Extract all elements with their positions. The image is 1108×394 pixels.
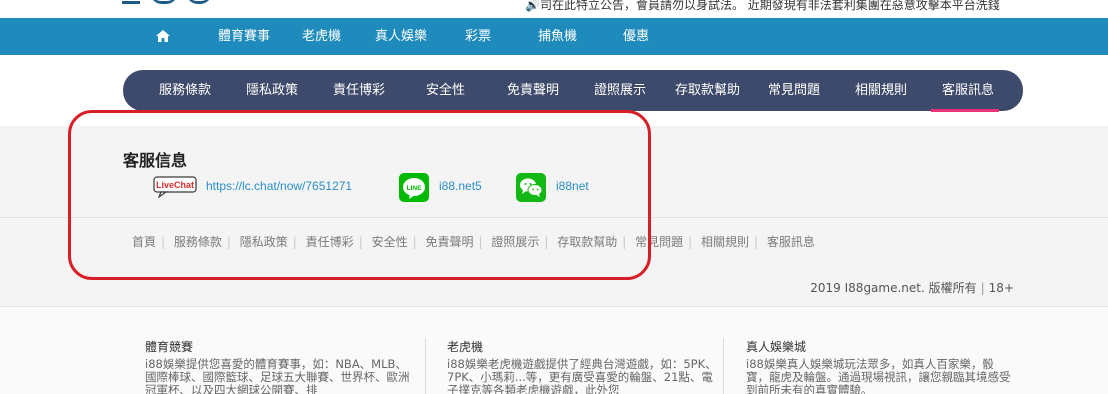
main-nav-promotions[interactable]: 優惠 — [623, 18, 649, 55]
sub-nav: 服務條款 隱私政策 責任博彩 安全性 免責聲明 證照展示 存取款幫助 常見問題 … — [123, 70, 1023, 112]
sub-nav-responsible-gaming[interactable]: 責任博彩 — [333, 70, 385, 111]
livechat-icon[interactable]: LiveChat — [153, 176, 197, 198]
footer-link-privacy[interactable]: 隱私政策 — [240, 235, 288, 249]
sub-nav-active-indicator — [931, 109, 999, 112]
column-divider — [723, 338, 724, 394]
line-icon[interactable]: LINE — [399, 173, 429, 202]
sub-nav-customer-service[interactable]: 客服訊息 — [942, 70, 994, 111]
livechat-link[interactable]: https://lc.chat/now/7651271 — [206, 179, 352, 193]
main-nav-fishing[interactable]: 捕魚機 — [538, 18, 577, 55]
column-body: i88娛樂老虎機遊戲提供了經典台灣遊戲，如：5PK、7PK、小瑪莉...等，更有… — [447, 357, 717, 394]
line-badge-text: LINE — [407, 185, 422, 192]
top-header-strip: 🔊司在此特立公告，會員請勿以身試法。 近期發現有非法套利集團在惡意攻擊本平台洗錢 — [0, 0, 1108, 18]
sub-nav-rules[interactable]: 相關規則 — [855, 70, 907, 111]
announcement-marquee: 🔊司在此特立公告，會員請勿以身試法。 近期發現有非法套利集團在惡意攻擊本平台洗錢 — [525, 0, 1000, 12]
footer-link-deposit-help[interactable]: 存取款幫助 — [557, 235, 617, 249]
column-title: 真人娛樂城 — [746, 340, 807, 354]
footer-link-home[interactable]: 首頁 — [132, 235, 156, 249]
line-link[interactable]: i88.net5 — [439, 179, 482, 193]
sub-nav-security[interactable]: 安全性 — [426, 70, 465, 111]
sub-nav-privacy[interactable]: 隱私政策 — [246, 70, 298, 111]
footer-link-faq[interactable]: 常見問題 — [635, 235, 683, 249]
footer-link-customer-service[interactable]: 客服訊息 — [767, 235, 815, 249]
footer-link-terms[interactable]: 服務條款 — [174, 235, 222, 249]
main-nav-sports[interactable]: 體育賽事 — [218, 18, 270, 55]
description-column-live-casino: 真人娛樂城 i88娛樂真人娛樂城玩法眾多，如真人百家樂，骰寶，龍虎及輪盤。通過現… — [746, 338, 1016, 394]
sub-nav-faq[interactable]: 常見問題 — [768, 70, 820, 111]
column-divider — [425, 338, 426, 394]
sub-nav-disclaimer[interactable]: 免責聲明 — [507, 70, 559, 111]
copyright-text: 2019 I88game.net. 版權所有 — [810, 281, 977, 295]
sub-nav-deposit-help[interactable]: 存取款幫助 — [675, 70, 740, 111]
column-body: i88娛樂真人娛樂城玩法眾多，如真人百家樂，骰寶，龍虎及輪盤。通過現場視訊，讓您… — [746, 357, 1011, 394]
main-nav: 體育賽事 老虎機 真人娛樂 彩票 捕魚機 優惠 — [0, 18, 1108, 55]
wechat-link[interactable]: i88net — [556, 179, 589, 193]
page-title: 客服信息 — [123, 151, 188, 170]
footer-link-disclaimer[interactable]: 免責聲明 — [425, 235, 473, 249]
column-title: 體育競賽 — [145, 340, 194, 354]
column-body: i88娛樂提供您喜愛的體育賽事，如：NBA、MLB、國際棒球、國際籃球、足球五大… — [145, 357, 410, 394]
description-column-slots: 老虎機 i88娛樂老虎機遊戲提供了經典台灣遊戲，如：5PK、7PK、小瑪莉...… — [447, 338, 717, 394]
age-badge: 18+ — [988, 281, 1014, 295]
footer-link-licenses[interactable]: 證照展示 — [491, 235, 539, 249]
copyright: 2019 I88game.net. 版權所有 | 18+ — [810, 281, 1014, 295]
footer-link-responsible-gaming[interactable]: 責任博彩 — [306, 235, 354, 249]
main-nav-slots[interactable]: 老虎機 — [302, 18, 341, 55]
column-title: 老虎機 — [447, 340, 484, 354]
footer-link-security[interactable]: 安全性 — [372, 235, 408, 249]
divider — [0, 217, 1108, 218]
description-column-sports: 體育競賽 i88娛樂提供您喜愛的體育賽事，如：NBA、MLB、國際棒球、國際籃球… — [145, 338, 415, 394]
livechat-badge-text: LiveChat — [156, 180, 194, 190]
site-logo[interactable] — [122, 0, 212, 4]
wechat-icon[interactable] — [516, 173, 546, 202]
footer-links: 首頁 | 服務條款 | 隱私政策 | 責任博彩 | 安全性 | 免責聲明 | 證照展示 | 存… — [132, 235, 815, 249]
sub-nav-licenses[interactable]: 證照展示 — [594, 70, 646, 111]
main-nav-lottery[interactable]: 彩票 — [465, 18, 491, 55]
home-icon[interactable] — [156, 30, 170, 42]
sub-nav-terms[interactable]: 服務條款 — [159, 70, 211, 111]
main-nav-live-casino[interactable]: 真人娛樂 — [375, 18, 427, 55]
footer-link-rules[interactable]: 相關規則 — [701, 235, 749, 249]
